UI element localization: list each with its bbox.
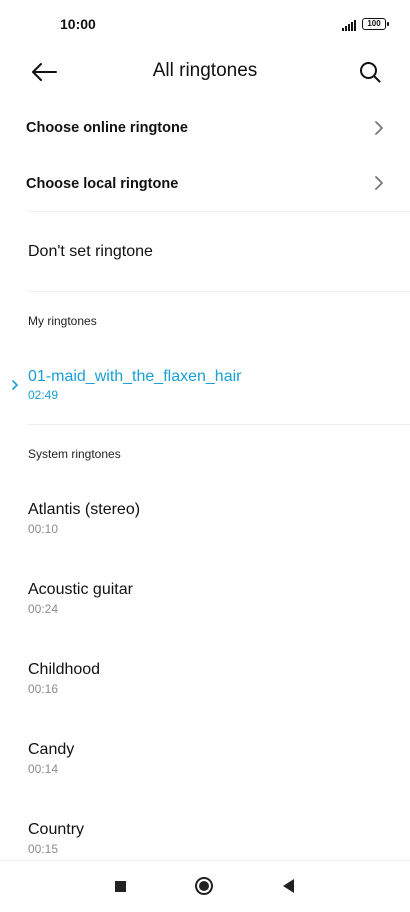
ringtone-duration: 00:14 [28, 762, 59, 776]
chevron-right-icon [375, 176, 383, 190]
ringtone-duration: 02:49 [28, 388, 59, 402]
chevron-right-icon [12, 380, 18, 390]
my-ringtones-header: My ringtones [28, 314, 97, 328]
system-ringtones-header: System ringtones [28, 447, 121, 461]
chevron-right-icon [375, 121, 383, 135]
divider [28, 424, 410, 425]
ringtone-duration: 00:15 [28, 842, 59, 856]
ringtone-item[interactable]: Acoustic guitar 00:24 [0, 560, 410, 640]
search-icon [360, 62, 381, 83]
choose-local-ringtone-label: Choose local ringtone [26, 176, 179, 192]
battery-tip [387, 22, 389, 26]
status-time: 10:00 [60, 16, 96, 32]
status-bar: 10:00 100 [0, 0, 410, 50]
battery-icon: 100 [362, 18, 386, 30]
ringtone-name: 01-maid_with_the_flaxen_hair [28, 368, 242, 385]
ringtone-item[interactable]: Candy 00:14 [0, 720, 410, 800]
choose-local-ringtone-row[interactable]: Choose local ringtone [0, 156, 410, 212]
ringtone-duration: 00:24 [28, 602, 59, 616]
ringtone-item[interactable]: Atlantis (stereo) 00:10 [0, 480, 410, 560]
home-button[interactable] [195, 877, 213, 895]
nav-back-button[interactable] [283, 879, 294, 893]
signal-icon [342, 19, 358, 31]
dont-set-ringtone-label: Don't set ringtone [28, 243, 153, 260]
ringtone-duration: 00:16 [28, 682, 59, 696]
choose-online-ringtone-row[interactable]: Choose online ringtone [0, 100, 410, 156]
ringtone-item[interactable]: Childhood 00:16 [0, 640, 410, 720]
ringtone-name: Country [28, 821, 85, 838]
dont-set-ringtone-row[interactable]: Don't set ringtone [0, 212, 410, 291]
ringtone-name: Atlantis (stereo) [28, 501, 141, 518]
ringtone-name: Acoustic guitar [28, 581, 133, 598]
ringtone-item[interactable]: Country 00:15 [0, 800, 410, 860]
navigation-bar [0, 860, 410, 912]
ringtone-name: Candy [28, 741, 75, 758]
ringtone-name: Childhood [28, 661, 101, 678]
ringtone-duration: 00:10 [28, 522, 59, 536]
search-button[interactable] [354, 56, 386, 88]
page-title: All ringtones [152, 60, 258, 81]
ringtone-item[interactable]: 01-maid_with_the_flaxen_hair 02:49 [0, 352, 410, 422]
divider [28, 291, 410, 292]
recents-button[interactable] [115, 881, 126, 892]
choose-online-ringtone-label: Choose online ringtone [26, 120, 188, 136]
app-header: All ringtones [0, 50, 410, 94]
